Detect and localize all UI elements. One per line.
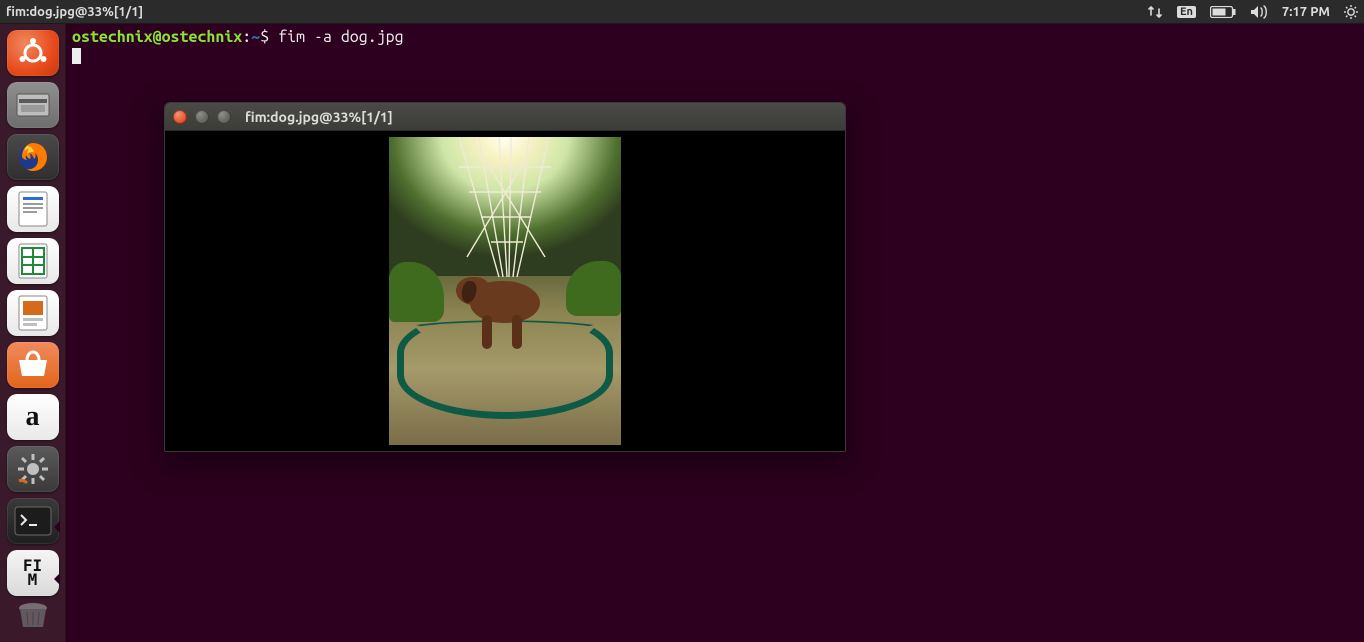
fim-titlebar[interactable]: fim:dog.jpg@33%[1/1] xyxy=(165,103,845,131)
fim-glyph: FI M xyxy=(23,559,42,587)
launcher-libreoffice-writer[interactable] xyxy=(7,186,59,232)
displayed-image xyxy=(389,137,621,445)
status-indicators: En 7:17 PM xyxy=(1147,5,1358,19)
window-close-button[interactable] xyxy=(173,110,187,124)
launcher-libreoffice-impress[interactable] xyxy=(7,290,59,336)
launcher-trash[interactable] xyxy=(13,602,53,634)
battery-icon[interactable] xyxy=(1210,6,1236,18)
launcher-active-arrow-icon xyxy=(54,521,60,533)
window-title: fim:dog.jpg@33%[1/1] xyxy=(6,5,143,19)
fim-content xyxy=(165,131,845,451)
unity-launcher: a FI M xyxy=(0,24,66,642)
keyboard-indicator[interactable]: En xyxy=(1177,6,1196,18)
launcher-dash[interactable] xyxy=(7,30,59,76)
launcher-ubuntu-software[interactable] xyxy=(7,342,59,388)
clock[interactable]: 7:17 PM xyxy=(1282,5,1330,19)
fim-window[interactable]: fim:dog.jpg@33%[1/1] xyxy=(164,102,846,452)
terminal-cursor xyxy=(72,48,81,64)
launcher-settings[interactable] xyxy=(7,446,59,492)
amazon-glyph: a xyxy=(26,401,40,433)
prompt-user-host: ostechnix@ostechnix xyxy=(72,28,242,46)
window-maximize-button[interactable] xyxy=(217,110,231,124)
volume-icon[interactable] xyxy=(1250,5,1268,19)
terminal-prompt-line: ostechnix@ostechnix:~$ fim -a dog.jpg xyxy=(72,28,1358,46)
launcher-fim[interactable]: FI M xyxy=(7,550,59,596)
network-icon[interactable] xyxy=(1147,5,1163,19)
launcher-amazon[interactable]: a xyxy=(7,394,59,440)
launcher-terminal[interactable] xyxy=(7,498,59,544)
launcher-active-arrow-icon xyxy=(54,573,60,585)
launcher-libreoffice-calc[interactable] xyxy=(7,238,59,284)
top-menubar: fim:dog.jpg@33%[1/1] En 7:17 PM xyxy=(0,0,1364,24)
fim-window-title: fim:dog.jpg@33%[1/1] xyxy=(245,109,393,125)
session-gear-icon[interactable] xyxy=(1344,5,1358,19)
prompt-path: ~ xyxy=(251,28,260,46)
prompt-command: fim -a dog.jpg xyxy=(278,28,403,46)
window-minimize-button[interactable] xyxy=(195,110,209,124)
launcher-firefox[interactable] xyxy=(7,134,59,180)
launcher-files[interactable] xyxy=(7,82,59,128)
